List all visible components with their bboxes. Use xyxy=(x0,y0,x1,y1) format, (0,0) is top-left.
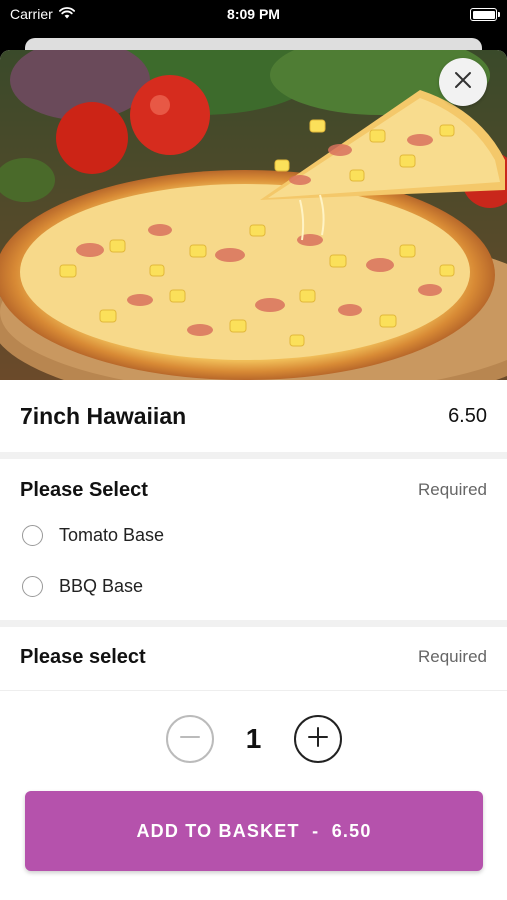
close-icon xyxy=(453,70,473,95)
status-bar: Carrier 8:09 PM xyxy=(0,0,507,30)
product-image xyxy=(0,50,507,380)
radio-button[interactable] xyxy=(22,525,43,546)
increase-quantity-button[interactable] xyxy=(293,715,342,763)
option-tomato-base[interactable]: Tomato Base xyxy=(20,510,487,561)
option-group-second: Please select Required xyxy=(0,637,507,697)
option-group-header: Please select Required xyxy=(20,637,487,677)
required-label: Required xyxy=(418,647,487,666)
section-divider xyxy=(0,620,507,627)
option-group-title: Please Select xyxy=(20,478,148,501)
close-button[interactable] xyxy=(439,58,487,106)
add-to-basket-button[interactable]: ADD TO BASKET - 6.50 xyxy=(25,791,483,871)
decrease-quantity-button[interactable] xyxy=(165,715,214,763)
add-to-basket-separator: - xyxy=(299,820,332,841)
add-to-basket-price: 6.50 xyxy=(331,820,372,841)
status-time: 8:09 PM xyxy=(227,6,280,22)
plus-icon xyxy=(305,724,331,755)
radio-button[interactable] xyxy=(22,576,43,597)
product-header: 7inch Hawaiian 6.50 xyxy=(0,380,507,452)
required-label: Required xyxy=(418,480,487,499)
option-group-title: Please select xyxy=(20,645,146,668)
section-divider xyxy=(0,452,507,459)
product-sheet: 7inch Hawaiian 6.50 Please Select Requir… xyxy=(0,50,507,900)
bottom-action-panel: 1 ADD TO BASKET - 6.50 xyxy=(0,690,507,900)
product-price: 6.50 xyxy=(448,404,487,427)
minus-icon xyxy=(177,724,203,755)
option-label: Tomato Base xyxy=(59,525,165,545)
battery-icon xyxy=(470,8,500,21)
option-group-header: Please Select Required xyxy=(20,470,487,510)
product-title: 7inch Hawaiian xyxy=(20,402,187,429)
option-label: BBQ Base xyxy=(59,576,144,596)
quantity-value: 1 xyxy=(245,723,262,754)
option-bbq-base[interactable]: BBQ Base xyxy=(20,561,487,612)
quantity-stepper: 1 xyxy=(0,715,507,763)
option-group-base: Please Select Required Tomato Base BBQ B… xyxy=(0,470,507,620)
add-to-basket-label: ADD TO BASKET xyxy=(136,820,300,841)
